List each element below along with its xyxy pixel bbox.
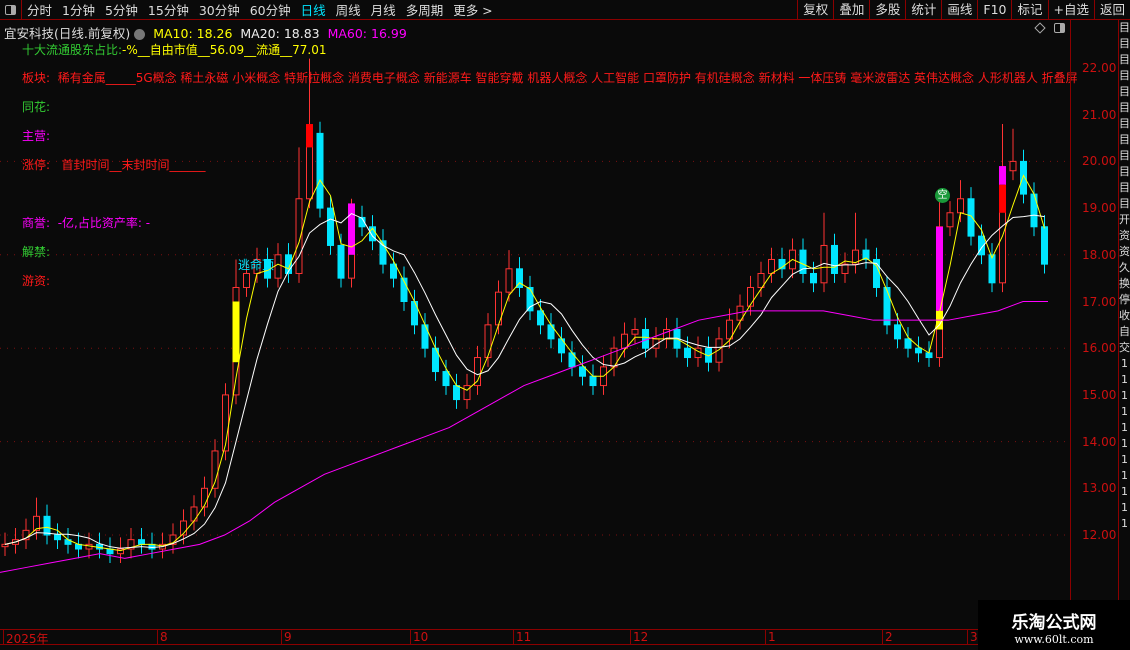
candle-body	[505, 268, 513, 293]
short-signal-marker: 空	[935, 188, 950, 203]
candle-body	[537, 310, 544, 326]
date-tick-label: 8	[157, 630, 168, 645]
price-tick-label: 17.00	[1082, 294, 1117, 309]
candle-body	[316, 132, 324, 209]
price-tick-label: 15.00	[1082, 387, 1117, 402]
goodwill-label: 商誉:	[22, 216, 51, 230]
candle-body	[904, 338, 912, 349]
watermark-logo: 乐淘公式网 www.60lt.com	[978, 600, 1130, 650]
candle-body	[768, 258, 775, 274]
candle-body	[43, 515, 51, 536]
candle-body	[390, 263, 397, 279]
candle-body	[1020, 160, 1027, 195]
sector-value: 稀有金属_____5G概念 稀土永磁 小米概念 特斯拉概念 消费电子概念 新能源…	[57, 71, 1078, 85]
date-tick-label: 2	[882, 630, 893, 645]
escape-top-marker: 逃命顶	[238, 258, 275, 272]
candle-body	[190, 506, 198, 522]
candle-body	[274, 254, 282, 279]
ma10-line	[4, 174, 1045, 552]
candle-body	[831, 244, 838, 274]
limit-label: 涨停:	[22, 158, 51, 172]
date-tick-label: 2025年	[3, 630, 49, 646]
unlock-label: 解禁:	[22, 245, 51, 259]
candle-body	[442, 371, 450, 387]
candle-body	[894, 324, 901, 340]
signal-bar	[936, 226, 943, 311]
candle-body	[201, 487, 208, 508]
candle-body	[810, 272, 817, 284]
price-tick-label: 13.00	[1082, 481, 1117, 496]
price-tick-label: 20.00	[1082, 154, 1117, 169]
price-tick-label: 12.00	[1082, 528, 1117, 542]
date-tick-label: 3	[967, 630, 978, 645]
candle-body	[484, 324, 492, 359]
date-tick-label: 11	[513, 630, 531, 645]
candle-body	[1030, 193, 1038, 228]
signal-bar	[999, 166, 1006, 185]
candle-body	[925, 352, 933, 359]
candle-body	[915, 347, 922, 354]
goodwill-line: 商誉: -亿,占比资产率: -	[22, 214, 150, 231]
price-tick-label: 22.00	[1082, 61, 1117, 75]
candle-body	[747, 286, 754, 307]
candle-body	[579, 366, 586, 377]
signal-bar	[232, 301, 240, 363]
price-tick-label: 16.00	[1082, 341, 1117, 356]
candlestick-chart[interactable]	[0, 0, 1130, 650]
signal-bar	[306, 124, 313, 148]
date-axis: 2025年 8 9 10 11 12 1 2 3	[0, 629, 978, 646]
candle-body	[337, 244, 345, 279]
candle-body	[621, 333, 628, 349]
candle-body	[327, 207, 334, 246]
signal-bar	[999, 184, 1006, 213]
candle-body	[631, 329, 639, 335]
candle-body	[684, 347, 691, 359]
tonghua-label: 同花:	[22, 100, 51, 114]
date-tick-label: 1	[765, 630, 776, 645]
candle-body	[1009, 160, 1017, 172]
candle-body	[883, 286, 891, 326]
date-tick-label: 12	[630, 630, 648, 645]
candle-body	[138, 539, 145, 545]
ma60-line	[0, 301, 1048, 573]
hot-money-label: 游资:	[22, 274, 51, 288]
ma20-line	[4, 212, 1045, 549]
candle-body	[589, 375, 597, 387]
goodwill-value: -亿,占比资产率: -	[57, 216, 151, 230]
price-tick-label: 19.00	[1082, 201, 1117, 216]
sector-label: 板块:	[22, 71, 51, 85]
price-tick-label: 18.00	[1082, 247, 1117, 262]
date-tick-label: 10	[410, 630, 428, 645]
price-tick-label: 21.00	[1082, 107, 1117, 122]
price-tick-label: 14.00	[1082, 434, 1117, 449]
price-axis-line	[1070, 20, 1071, 630]
candle-body	[957, 198, 964, 214]
candle-body	[463, 385, 471, 401]
limit-line: 涨停: 首封时间__末封时间______	[22, 156, 206, 173]
candle-body	[54, 534, 61, 541]
main-business-label: 主营:	[22, 129, 51, 143]
candle-body	[1, 543, 9, 548]
date-tick-label: 9	[281, 630, 292, 645]
candle-body	[946, 212, 954, 228]
side-panel-strip[interactable]: 目目目目目目目目目目目目开资资久换停收自交11111111111	[1118, 20, 1130, 600]
limit-value: 首封时间__末封时间______	[61, 158, 206, 172]
candle-body	[243, 272, 250, 288]
candle-body	[1041, 226, 1048, 265]
candle-body	[967, 198, 975, 237]
sector-line: 板块: 稀有金属_____5G概念 稀土永磁 小米概念 特斯拉概念 消费电子概念…	[22, 69, 1078, 86]
candle-body	[453, 385, 460, 401]
